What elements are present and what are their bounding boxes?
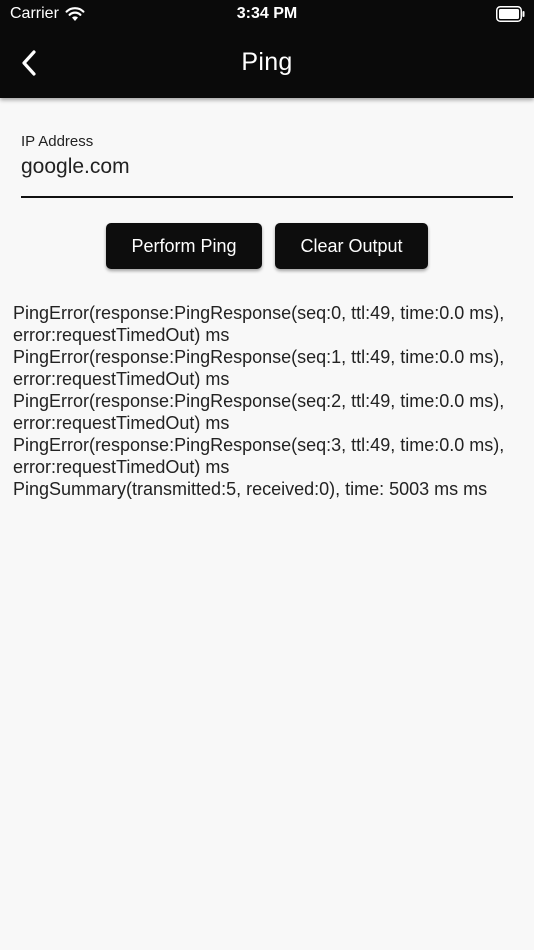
app-header: Carrier 3:34 PM Ping: [0, 0, 534, 98]
status-time: 3:34 PM: [236, 5, 298, 22]
ip-address-input[interactable]: [21, 152, 501, 182]
output-line: PingError(response:PingResponse(seq:1, t…: [13, 347, 505, 389]
output-line: PingError(response:PingResponse(seq:0, t…: [13, 303, 505, 345]
ip-address-label: IP Address: [21, 133, 94, 150]
output-line: PingError(response:PingResponse(seq:3, t…: [13, 435, 505, 477]
page-title: Ping: [241, 48, 293, 76]
ip-address-field[interactable]: IP Address: [21, 130, 513, 198]
output-line: PingError(response:PingResponse(seq:2, t…: [13, 391, 505, 433]
navigation-bar: Ping: [0, 34, 534, 92]
battery-icon: [496, 6, 525, 22]
status-bar: Carrier 3:34 PM: [0, 0, 534, 28]
clear-output-button[interactable]: Clear Output: [275, 223, 428, 269]
output-summary-line: PingSummary(transmitted:5, received:0), …: [13, 479, 488, 499]
perform-ping-button[interactable]: Perform Ping: [106, 223, 262, 269]
ping-output: PingError(response:PingResponse(seq:0, t…: [13, 302, 518, 500]
